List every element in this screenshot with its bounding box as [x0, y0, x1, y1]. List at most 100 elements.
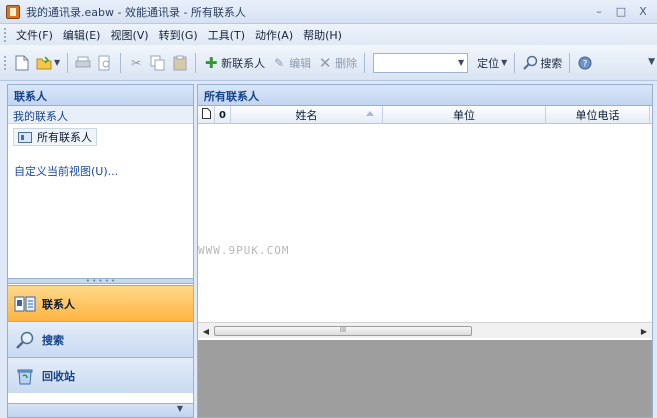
paperclip-icon: 0: [219, 109, 226, 121]
navigation-pane: 联系人 我的联系人 所有联系人 自定义当前视图(U)... • • • • • …: [7, 84, 194, 418]
maximize-button[interactable]: □: [611, 2, 631, 20]
help-icon: ?: [577, 55, 593, 71]
close-button[interactable]: X: [633, 2, 653, 20]
window-controls: – □ X: [589, 2, 653, 20]
column-name[interactable]: 姓名: [231, 106, 383, 124]
print-button[interactable]: [72, 51, 94, 75]
new-contact-label: 新联系人: [221, 56, 266, 70]
scroll-left-icon[interactable]: ◀: [200, 325, 212, 337]
sort-ascending-icon: [366, 111, 374, 116]
copy-button[interactable]: [147, 51, 169, 75]
delete-label: 删除: [335, 56, 358, 70]
toolbar-overflow-icon[interactable]: ▼: [648, 57, 655, 67]
scroll-right-icon[interactable]: ▶: [638, 325, 650, 337]
open-folder-icon: [36, 55, 52, 71]
chevron-down-icon[interactable]: ▼: [501, 58, 507, 67]
navigation-pane-header: 联系人: [8, 85, 193, 106]
nav-pane-footer[interactable]: ▼: [8, 403, 193, 417]
sidebar-item-label: 所有联系人: [37, 131, 92, 144]
view-header: 所有联系人: [198, 85, 652, 106]
delete-icon: ✕: [318, 53, 332, 72]
customize-view-link[interactable]: 自定义当前视图(U)...: [14, 163, 118, 179]
nav-search[interactable]: 搜索: [8, 321, 193, 357]
paste-button[interactable]: [169, 51, 191, 75]
paste-icon: [172, 55, 188, 71]
menu-edit[interactable]: 编辑(E): [58, 25, 106, 45]
sidebar-item-all-contacts[interactable]: 所有联系人: [13, 128, 97, 146]
column-headers: 0 姓名 单位 单位电话: [198, 106, 652, 124]
column-business-phone[interactable]: 单位电话: [546, 106, 650, 124]
svg-text:?: ?: [583, 59, 588, 69]
scroll-thumb-grip: III: [339, 326, 347, 334]
cut-button[interactable]: ✂: [125, 51, 147, 75]
column-type[interactable]: [198, 106, 215, 124]
toolbar-separator: [67, 52, 69, 73]
column-company-label: 单位: [453, 109, 475, 122]
chevron-down-icon[interactable]: ▼: [177, 404, 183, 413]
contacts-table[interactable]: WWW.9PUK.COM: [198, 125, 652, 322]
menu-go[interactable]: 转到(G): [154, 25, 203, 45]
horizontal-scrollbar[interactable]: ◀ III ▶: [198, 322, 652, 338]
print-preview-button[interactable]: [94, 51, 116, 75]
watermark-text: WWW.9PUK.COM: [198, 244, 290, 257]
new-document-button[interactable]: [11, 51, 33, 75]
toolbar-grip[interactable]: [4, 55, 7, 70]
locate-combo[interactable]: ▼: [373, 52, 469, 73]
new-contact-button[interactable]: ✚ 新联系人: [200, 51, 268, 75]
toolbar-separator: [120, 52, 122, 73]
chevron-down-icon[interactable]: ▼: [54, 58, 60, 67]
new-document-icon: [14, 55, 30, 71]
magnifier-icon: [14, 329, 36, 351]
locate-label: 定位: [477, 56, 500, 70]
menu-bar: 文件(F) 编辑(E) 视图(V) 转到(G) 工具(T) 动作(A) 帮助(H…: [0, 24, 657, 45]
pane-splitter[interactable]: • • • • •: [8, 278, 193, 285]
recycle-bin-icon: [14, 365, 36, 387]
sidebar-group-my-contacts[interactable]: 我的联系人: [8, 106, 193, 124]
column-company[interactable]: 单位: [383, 106, 546, 124]
column-business-phone-label: 单位电话: [575, 109, 620, 122]
chevron-down-icon[interactable]: ▼: [458, 58, 464, 67]
menu-view[interactable]: 视图(V): [105, 25, 153, 45]
menu-actions[interactable]: 动作(A): [250, 25, 298, 45]
document-icon: [201, 108, 211, 122]
help-button[interactable]: ?: [574, 51, 596, 75]
menu-help[interactable]: 帮助(H): [298, 25, 347, 45]
print-preview-icon: [97, 55, 113, 71]
open-button[interactable]: ▼: [33, 51, 63, 75]
nav-recycle-bin-label: 回收站: [42, 369, 75, 383]
reading-pane: [198, 340, 652, 417]
column-attachment[interactable]: 0: [215, 106, 231, 124]
magnifier-icon: [522, 55, 538, 71]
nav-recycle-bin[interactable]: 回收站: [8, 357, 193, 393]
column-name-label: 姓名: [295, 109, 318, 122]
menu-file[interactable]: 文件(F): [11, 25, 58, 45]
minimize-button[interactable]: –: [589, 2, 609, 20]
scroll-thumb[interactable]: III: [214, 326, 472, 336]
toolbar: ▼ ✂ ✚ 新联系人 ✎ 编辑 ✕ 删除 ▼ 定位 ▼ 搜索 ? ▼: [0, 45, 657, 81]
add-icon: ✚: [204, 53, 218, 72]
nav-contacts[interactable]: 联系人: [8, 285, 193, 321]
search-button[interactable]: 搜索: [519, 51, 565, 75]
menu-grip[interactable]: [4, 27, 7, 42]
app-icon: [6, 4, 20, 19]
window-title: 我的通讯录.eabw - 效能通讯录 - 所有联系人: [26, 5, 246, 19]
title-bar: 我的通讯录.eabw - 效能通讯录 - 所有联系人 – □ X: [0, 0, 657, 24]
menu-tools[interactable]: 工具(T): [203, 25, 250, 45]
contacts-view: 所有联系人 0 姓名 单位 单位电话 WWW.9PUK.COM ◀ III ▶: [197, 84, 653, 418]
locate-button[interactable]: 定位 ▼: [472, 51, 510, 75]
search-label: 搜索: [540, 56, 563, 70]
nav-contacts-label: 联系人: [42, 297, 75, 311]
print-icon: [75, 55, 91, 71]
delete-button[interactable]: ✕ 删除: [314, 51, 360, 75]
nav-search-label: 搜索: [42, 333, 64, 347]
toolbar-separator: [514, 52, 516, 73]
contact-card-icon: [18, 131, 32, 143]
toolbar-separator: [569, 52, 571, 73]
copy-icon: [150, 55, 166, 71]
toolbar-separator: [195, 52, 197, 73]
edit-label: 编辑: [289, 56, 312, 70]
contacts-icon: [14, 293, 36, 315]
edit-button[interactable]: ✎ 编辑: [268, 51, 314, 75]
toolbar-separator: [364, 52, 366, 73]
cut-icon: ✂: [131, 55, 142, 70]
